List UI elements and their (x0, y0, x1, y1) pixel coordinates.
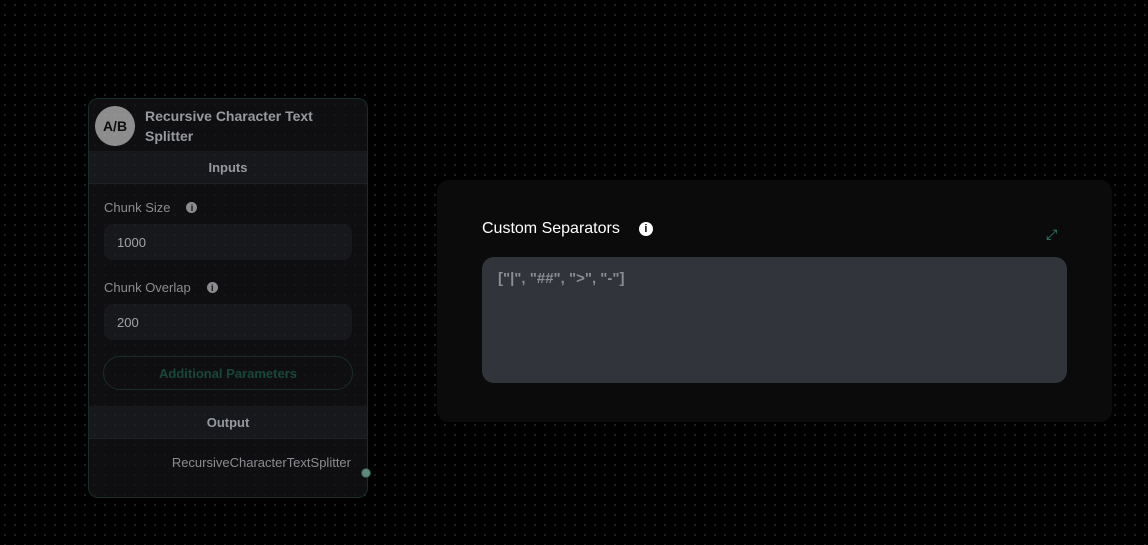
info-icon[interactable]: i (186, 202, 198, 213)
custom-separators-textarea[interactable] (482, 257, 1067, 383)
panel-title-text: Custom Separators (482, 220, 620, 237)
info-icon[interactable]: i (206, 282, 218, 293)
chunk-overlap-label-text: Chunk Overlap (104, 280, 191, 295)
chunk-size-label: Chunk Size i (104, 200, 367, 215)
custom-separators-panel: Custom Separators i ⤢ (437, 180, 1112, 422)
chunk-overlap-label: Chunk Overlap i (104, 280, 367, 295)
info-icon[interactable]: i (638, 222, 653, 236)
output-label: RecursiveCharacterTextSplitter (171, 454, 351, 470)
node-title: Recursive Character Text Splitter (145, 108, 313, 144)
output-handle[interactable] (361, 468, 371, 478)
additional-parameters-button[interactable]: Additional Parameters (103, 356, 353, 390)
text-splitter-node[interactable]: A/B Recursive Character Text Splitter In… (88, 98, 368, 498)
node-avatar-icon: A/B (95, 106, 135, 146)
node-header: A/B Recursive Character Text Splitter (89, 99, 367, 151)
inputs-section-header: Inputs (89, 151, 367, 184)
panel-title: Custom Separators i (482, 220, 653, 238)
chunk-size-input[interactable]: 1000 (104, 224, 352, 260)
chunk-overlap-input[interactable]: 200 (104, 304, 352, 340)
output-section-header: Output (89, 406, 367, 439)
chunk-size-label-text: Chunk Size (104, 200, 171, 215)
expand-icon[interactable]: ⤢ (1046, 226, 1057, 243)
